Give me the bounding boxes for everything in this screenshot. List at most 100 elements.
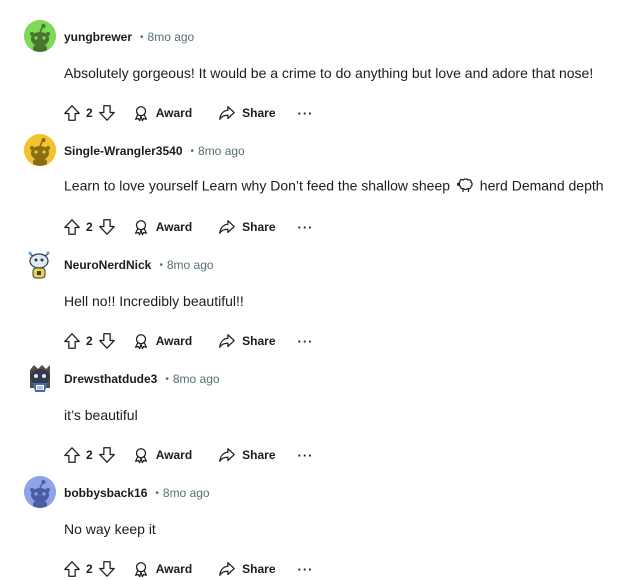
downvote-icon[interactable] bbox=[95, 101, 119, 125]
vote-count: 2 bbox=[86, 106, 93, 120]
separator: • bbox=[140, 31, 144, 43]
award-label: Award bbox=[155, 220, 193, 234]
award-icon bbox=[134, 220, 147, 236]
more-options-button[interactable]: ··· bbox=[298, 213, 314, 241]
vote-control: 2 bbox=[60, 99, 119, 127]
comment: NeuroNerdNick • 8mo ago Hell no!! Incred… bbox=[0, 244, 639, 358]
comment-actions: 2 Award Share ··· bbox=[60, 213, 314, 241]
more-options-button[interactable]: ··· bbox=[298, 327, 314, 355]
comment-meta: bobbysback16 • 8mo ago bbox=[64, 483, 210, 503]
comment-actions: 2 Award Share ··· bbox=[60, 327, 314, 355]
snoo-avatar-icon bbox=[24, 20, 56, 52]
vote-control: 2 bbox=[60, 327, 119, 355]
share-icon bbox=[219, 334, 235, 348]
vote-count: 2 bbox=[86, 334, 93, 348]
separator: • bbox=[165, 373, 169, 385]
upvote-icon[interactable] bbox=[60, 101, 84, 125]
upvote-icon[interactable] bbox=[60, 557, 84, 580]
sheep-emoji-icon bbox=[456, 178, 474, 199]
comment-thread: yungbrewer • 8mo ago Absolutely gorgeous… bbox=[0, 0, 639, 580]
timestamp[interactable]: 8mo ago bbox=[173, 372, 220, 386]
share-label: Share bbox=[242, 448, 276, 462]
share-icon bbox=[219, 106, 235, 120]
share-icon bbox=[219, 220, 235, 234]
timestamp[interactable]: 8mo ago bbox=[198, 144, 245, 158]
downvote-icon[interactable] bbox=[95, 215, 119, 239]
share-button[interactable]: Share bbox=[218, 213, 276, 241]
username[interactable]: Single-Wrangler3540 bbox=[64, 144, 183, 158]
more-options-button[interactable]: ··· bbox=[298, 99, 314, 127]
award-button[interactable]: Award bbox=[132, 327, 192, 355]
share-button[interactable]: Share bbox=[218, 555, 276, 580]
svg-text:00: 00 bbox=[37, 385, 43, 391]
award-button[interactable]: Award bbox=[132, 441, 192, 469]
vote-count: 2 bbox=[86, 562, 93, 576]
avatar[interactable] bbox=[24, 134, 56, 166]
avatar[interactable] bbox=[24, 476, 56, 508]
comment: Single-Wrangler3540 • 8mo ago Learn to l… bbox=[0, 130, 639, 244]
award-icon bbox=[134, 448, 147, 464]
username[interactable]: Drewsthatdude3 bbox=[64, 372, 157, 386]
timestamp[interactable]: 8mo ago bbox=[163, 486, 210, 500]
award-icon bbox=[134, 106, 147, 122]
downvote-icon[interactable] bbox=[95, 443, 119, 467]
share-label: Share bbox=[242, 106, 276, 120]
separator: • bbox=[159, 259, 163, 271]
comment-meta: Drewsthatdude3 • 8mo ago bbox=[64, 369, 220, 389]
separator: • bbox=[190, 145, 195, 157]
award-button[interactable]: Award bbox=[132, 213, 192, 241]
comment: yungbrewer • 8mo ago Absolutely gorgeous… bbox=[0, 16, 639, 130]
upvote-icon[interactable] bbox=[60, 443, 84, 467]
award-label: Award bbox=[155, 106, 193, 120]
avatar[interactable] bbox=[24, 20, 56, 52]
award-button[interactable]: Award bbox=[132, 99, 192, 127]
comment-actions: 2 Award Share ··· bbox=[60, 99, 314, 127]
separator: • bbox=[155, 487, 159, 499]
upvote-icon[interactable] bbox=[60, 329, 84, 353]
comment-body: it’s beautiful bbox=[64, 407, 138, 423]
more-options-button[interactable]: ··· bbox=[298, 555, 314, 580]
comment-body: Absolutely gorgeous! It would be a crime… bbox=[64, 65, 594, 81]
timestamp[interactable]: 8mo ago bbox=[167, 258, 214, 272]
downvote-icon[interactable] bbox=[95, 557, 119, 580]
comment-body: Hell no!! Incredibly beautiful!! bbox=[64, 293, 244, 309]
timestamp[interactable]: 8mo ago bbox=[148, 30, 195, 44]
vote-control: 2 bbox=[60, 555, 119, 580]
comment-meta: NeuroNerdNick • 8mo ago bbox=[64, 255, 214, 275]
comment-body: Learn to love yourself Learn why Don’t f… bbox=[64, 176, 604, 199]
award-icon bbox=[134, 334, 147, 350]
upvote-icon[interactable] bbox=[60, 215, 84, 239]
avatar[interactable]: 00 bbox=[24, 362, 56, 394]
share-label: Share bbox=[242, 334, 276, 348]
share-button[interactable]: Share bbox=[218, 327, 276, 355]
comment-meta: Single-Wrangler3540 • 8mo ago bbox=[64, 141, 245, 161]
comment-actions: 2 Award Share ··· bbox=[60, 441, 314, 469]
vote-control: 2 bbox=[60, 441, 119, 469]
comment: 00 Drewsthatdude3 • 8mo ago it’s beautif… bbox=[0, 358, 639, 472]
share-icon bbox=[219, 448, 235, 462]
comment-actions: 2 Award Share ··· bbox=[60, 555, 314, 580]
comment-meta: yungbrewer • 8mo ago bbox=[64, 27, 194, 47]
share-label: Share bbox=[242, 220, 276, 234]
share-button[interactable]: Share bbox=[218, 441, 276, 469]
snoo-avatar-icon bbox=[24, 476, 56, 508]
award-icon bbox=[134, 562, 147, 578]
award-button[interactable]: Award bbox=[132, 555, 192, 580]
username[interactable]: yungbrewer bbox=[64, 30, 132, 44]
downvote-icon[interactable] bbox=[95, 329, 119, 353]
vote-count: 2 bbox=[86, 220, 93, 234]
comment-body: No way keep it bbox=[64, 521, 156, 537]
vote-count: 2 bbox=[86, 448, 93, 462]
snoo-avatar-icon bbox=[24, 134, 56, 166]
more-options-button[interactable]: ··· bbox=[298, 441, 314, 469]
share-button[interactable]: Share bbox=[218, 99, 276, 127]
comment: bobbysback16 • 8mo ago No way keep it 2 … bbox=[0, 472, 639, 580]
award-label: Award bbox=[155, 562, 193, 576]
username[interactable]: NeuroNerdNick bbox=[64, 258, 151, 272]
comment-text: Learn to love yourself Learn why Don’t f… bbox=[64, 177, 451, 194]
username[interactable]: bobbysback16 bbox=[64, 486, 147, 500]
custom-snoo-avatar-icon bbox=[24, 248, 56, 280]
avatar[interactable] bbox=[24, 248, 56, 280]
comment-text: herd Demand depth bbox=[479, 177, 604, 194]
vote-control: 2 bbox=[60, 213, 119, 241]
